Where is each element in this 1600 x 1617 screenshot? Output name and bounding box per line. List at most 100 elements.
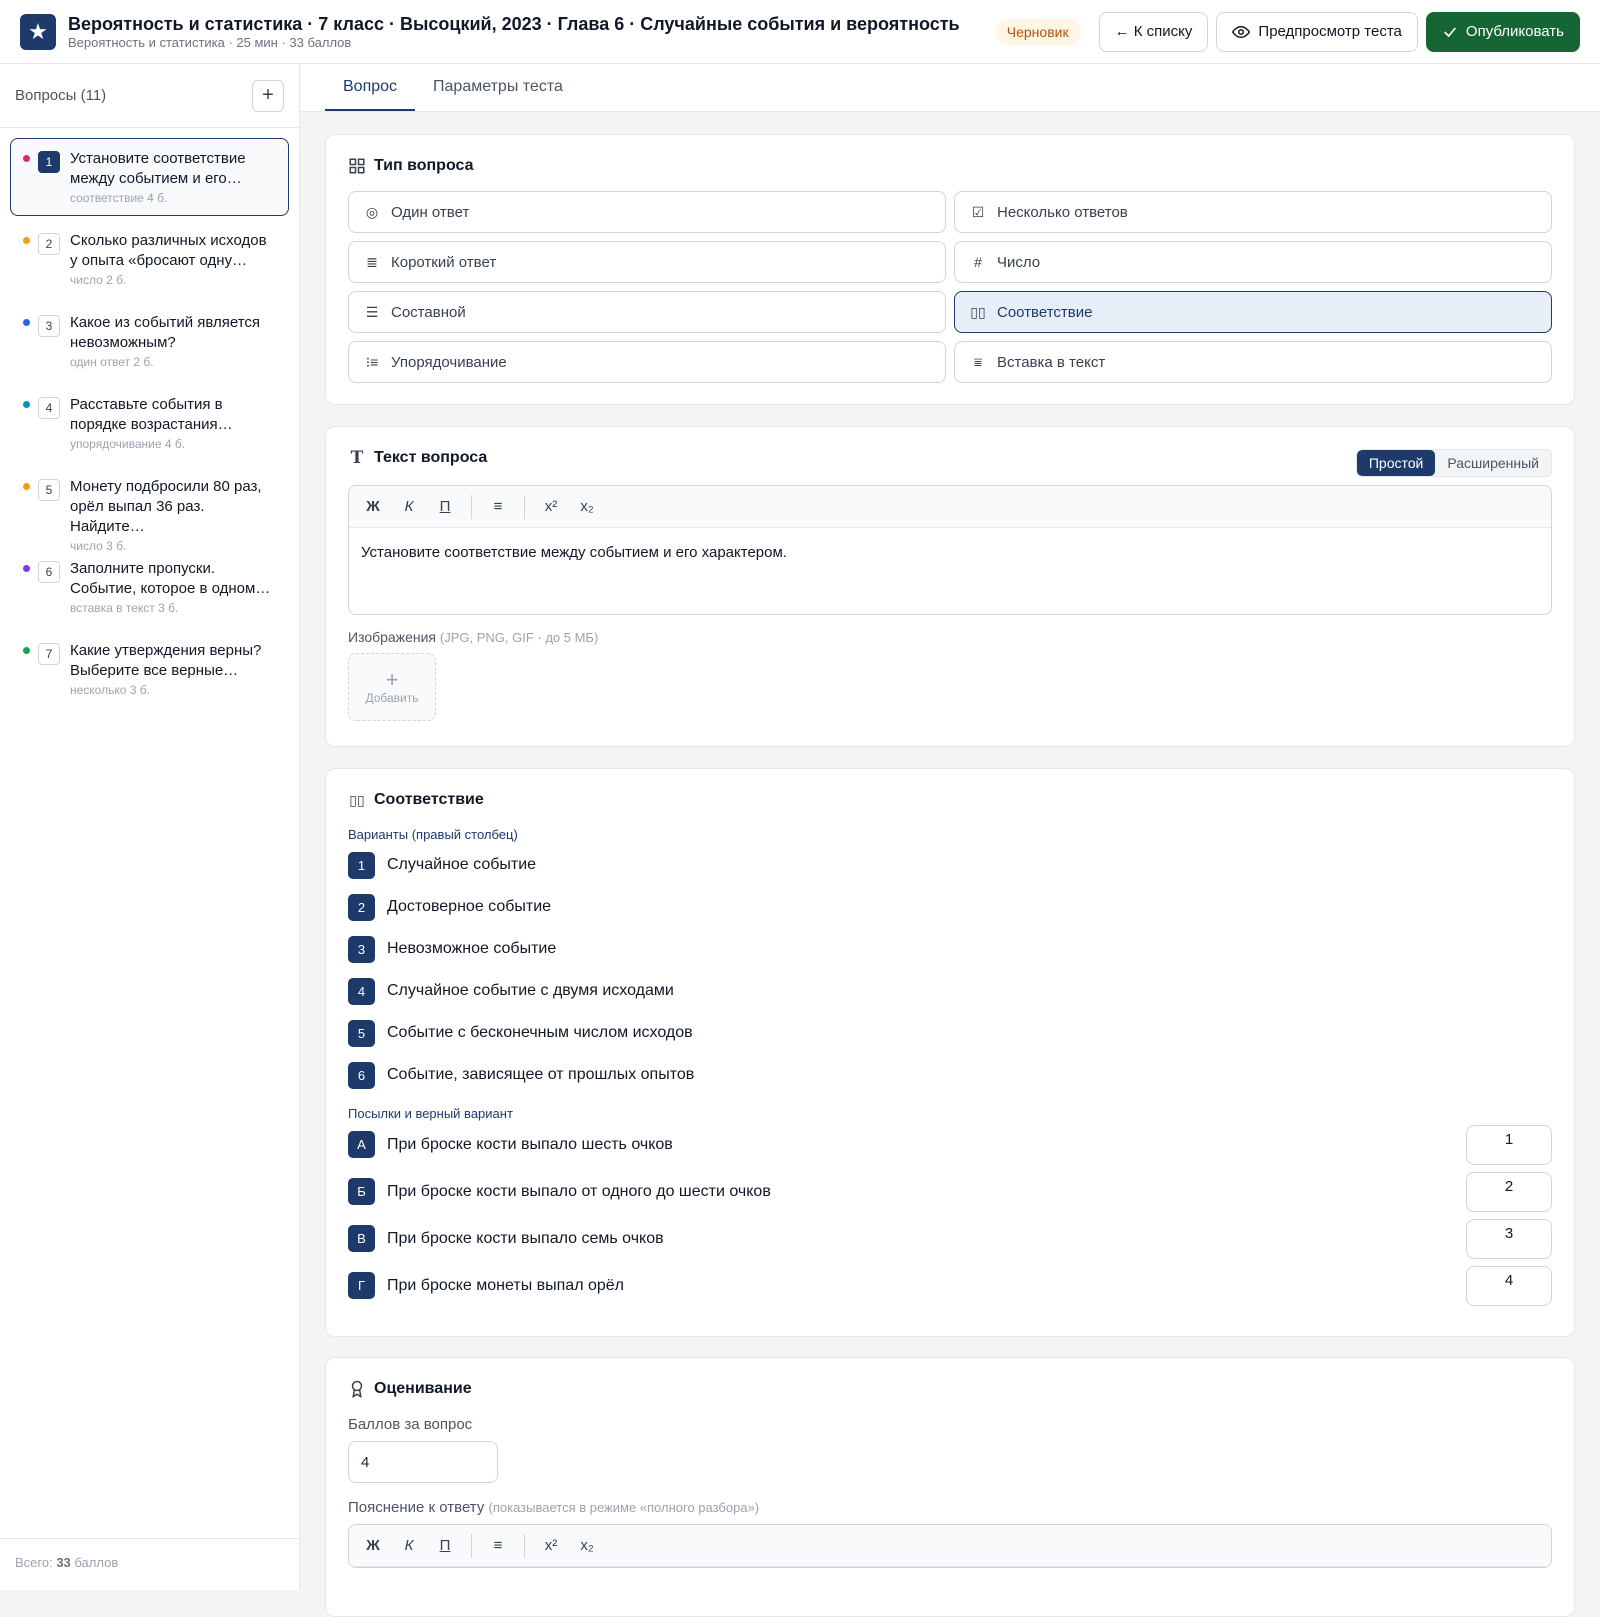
question-number: 5 xyxy=(38,479,60,501)
question-preview: Сколько различных исходов у опыта «броса… xyxy=(70,232,267,269)
option-number: 1 xyxy=(348,851,375,879)
question-list-item[interactable]: 3 Какое из событий является невозможным?… xyxy=(10,302,289,380)
premise-letter: В xyxy=(348,1225,375,1252)
add-question-button[interactable]: + xyxy=(252,79,284,112)
answer-input[interactable]: 2 xyxy=(1466,1171,1552,1212)
answer-input[interactable]: 4 xyxy=(1466,1265,1552,1306)
question-meta: несколько 3 б. xyxy=(70,683,150,697)
option-text[interactable]: Случайное событие с двумя исходами xyxy=(387,982,674,1000)
question-preview: Расставьте события в порядке возрастания… xyxy=(70,396,233,433)
list-item: 2 Достоверное событие xyxy=(348,886,1552,928)
matching-title: Соответствие xyxy=(374,791,484,808)
back-label: ← К списку xyxy=(1114,23,1193,40)
app-header: ★ Вероятность и статистика · 7 класс · В… xyxy=(0,0,1600,64)
type-multiple-answers[interactable]: ☑ Несколько ответов xyxy=(954,191,1552,233)
option-text[interactable]: Достоверное событие xyxy=(387,898,551,916)
publish-button[interactable]: Опубликовать xyxy=(1425,11,1580,52)
mode-simple-button[interactable]: Простой xyxy=(1356,450,1436,476)
toolbar-divider xyxy=(471,494,472,519)
images-hint: (JPG, PNG, GIF · до 5 МБ) xyxy=(439,630,599,645)
question-list-item[interactable]: 6 Заполните пропуски. Событие, которое в… xyxy=(10,548,289,626)
option-number: 3 xyxy=(348,935,375,963)
type-short-answer[interactable]: ≣ Короткий ответ xyxy=(348,241,946,283)
explanation-label-row: Пояснение к ответу (показывается в режим… xyxy=(348,1499,1552,1516)
type-ordering[interactable]: ⁝≡ Упорядочивание xyxy=(348,341,946,383)
publish-label: Опубликовать xyxy=(1465,23,1564,40)
award-icon xyxy=(351,1380,363,1398)
premise-text[interactable]: При броске кости выпало шесть очков xyxy=(387,1136,1454,1154)
question-list-item[interactable]: 7 Какие утверждения верны? Выберите все … xyxy=(10,630,289,708)
option-text[interactable]: Невозможное событие xyxy=(387,940,556,958)
total-prefix: Всего: xyxy=(15,1555,57,1570)
italic-button[interactable]: К xyxy=(393,493,425,521)
superscript-button[interactable]: x² xyxy=(535,493,567,521)
preview-test-button[interactable]: Предпросмотр теста xyxy=(1216,11,1418,52)
subscript-button[interactable]: x₂ xyxy=(571,1532,603,1560)
question-type-grid: ◎ Один ответ ☑ Несколько ответов ≣ Короткий… xyxy=(348,191,1552,383)
add-image-button[interactable]: + Добавить xyxy=(348,653,436,721)
subscript-button[interactable]: x₂ xyxy=(571,493,603,521)
type-single-answer[interactable]: ◎ Один ответ xyxy=(348,191,946,233)
option-text[interactable]: Случайное событие xyxy=(387,856,536,874)
toolbar-divider xyxy=(471,1533,472,1558)
type-insert-text[interactable]: ⩸ Вставка в текст xyxy=(954,341,1552,383)
premise-text[interactable]: При броске кости выпало от одного до шес… xyxy=(387,1183,1454,1201)
points-input[interactable]: 4 xyxy=(348,1441,498,1483)
list-item: 5 Событие с бесконечным числом исходов xyxy=(348,1012,1552,1054)
question-text-card: T Текст вопроса Простой Расширенный Ж К … xyxy=(325,426,1575,747)
underline-button[interactable]: П xyxy=(429,493,461,521)
question-preview: Монету подбросили 80 раз, орёл выпал 36 … xyxy=(70,478,262,535)
questions-sidebar: Вопросы (11) + 1 Установите соответствие… xyxy=(0,64,300,1590)
list-button[interactable]: ≡ xyxy=(482,1532,514,1560)
option-text[interactable]: Событие, зависящее от прошлых опытов xyxy=(387,1066,694,1084)
question-meta: вставка в текст 3 б. xyxy=(70,601,179,615)
back-to-list-button[interactable]: ← К списку xyxy=(1098,11,1209,52)
list-button[interactable]: ≡ xyxy=(482,493,514,521)
superscript-button[interactable]: x² xyxy=(535,1532,567,1560)
hash-icon: # xyxy=(974,254,982,270)
question-list-item[interactable]: 5 Монету подбросили 80 раз, орёл выпал 3… xyxy=(10,466,289,553)
page-subtitle: Вероятность и статистика · 25 мин · 33 б… xyxy=(68,34,352,50)
star-logo-icon: ★ xyxy=(20,13,56,50)
list-icon: ☰ xyxy=(365,303,379,320)
grading-card: Оценивание Баллов за вопрос 4 Пояснение … xyxy=(325,1357,1575,1617)
question-preview: Установите соответствие между событием и… xyxy=(70,150,246,187)
type-label: Короткий ответ xyxy=(391,253,497,271)
option-text[interactable]: Событие с бесконечным числом исходов xyxy=(387,1024,693,1042)
list-item: 6 Событие, зависящее от прошлых опытов xyxy=(348,1054,1552,1096)
question-number: 4 xyxy=(38,397,60,419)
question-type-dot xyxy=(23,237,30,244)
question-list-item[interactable]: 4 Расставьте события в порядке возрастан… xyxy=(10,384,289,462)
answer-input[interactable]: 3 xyxy=(1466,1218,1552,1259)
answer-input[interactable]: 1 xyxy=(1466,1124,1552,1165)
tab-question[interactable]: Вопрос xyxy=(325,64,416,111)
question-list-item[interactable]: 1 Установите соответствие между событием… xyxy=(10,138,289,216)
question-type-card: Тип вопроса ◎ Один ответ ☑ Несколько ответ… xyxy=(325,134,1575,405)
editor-main: Вопрос Параметры теста Тип вопроса ◎ Один… xyxy=(301,64,1600,1617)
type-label: Соответствие xyxy=(997,303,1093,321)
italic-button[interactable]: К xyxy=(393,1532,425,1560)
grading-title: Оценивание xyxy=(374,1380,472,1397)
question-list-item[interactable]: 2 Сколько различных исходов у опыта «бро… xyxy=(10,220,289,298)
bold-button[interactable]: Ж xyxy=(357,493,389,521)
type-label: Упорядочивание xyxy=(391,353,507,371)
question-type-dot xyxy=(23,401,30,408)
type-composite[interactable]: ☰ Составной xyxy=(348,291,946,333)
editor-tabs: Вопрос Параметры теста xyxy=(301,64,1600,112)
mode-advanced-button[interactable]: Расширенный xyxy=(1435,450,1551,476)
list-item: А При броске кости выпало шесть очков 1 xyxy=(348,1121,1552,1168)
question-text-input[interactable]: Установите соответствие между событием и… xyxy=(349,528,1551,614)
type-number[interactable]: # Число xyxy=(954,241,1552,283)
bold-button[interactable]: Ж xyxy=(357,1532,389,1560)
eye-icon xyxy=(1232,25,1251,38)
tab-test-settings[interactable]: Параметры теста xyxy=(415,64,581,111)
underline-button[interactable]: П xyxy=(429,1532,461,1560)
editor-mode-toggle: Простой Расширенный xyxy=(1355,449,1552,477)
question-type-title: Тип вопроса xyxy=(374,157,474,174)
question-preview: Какое из событий является невозможным? xyxy=(70,314,261,351)
question-preview: Заполните пропуски. Событие, которое в о… xyxy=(70,560,271,597)
premise-text[interactable]: При броске монеты выпал орёл xyxy=(387,1277,1454,1295)
type-matching[interactable]: ▯▯ Соответствие xyxy=(954,291,1552,333)
list-item: Б При броске кости выпало от одного до ше… xyxy=(348,1168,1552,1215)
premise-text[interactable]: При броске кости выпало семь очков xyxy=(387,1230,1454,1248)
